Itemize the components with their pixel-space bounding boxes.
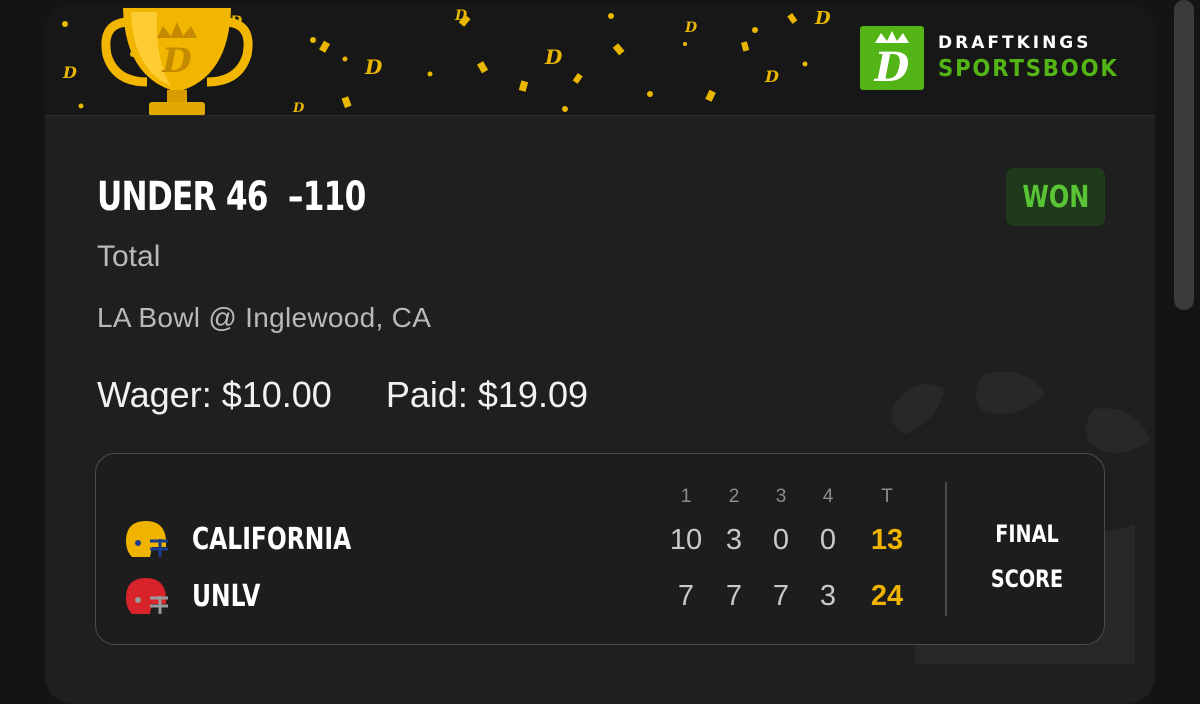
svg-text:D: D: [454, 8, 468, 24]
wager-summary: Wager: $10.00 Paid: $19.09: [97, 374, 588, 416]
brand-name: DRAFTKINGS: [938, 33, 1092, 53]
game-status-line1: FINAL: [995, 520, 1059, 548]
svg-text:D: D: [544, 45, 563, 69]
wager-amount: Wager: $10.00: [97, 374, 332, 415]
trophy-icon: D: [101, 8, 253, 115]
svg-text:D: D: [62, 63, 77, 82]
celebration-banner: D D D D D D D D D D D DRAFTKINGS SPORTSB…: [45, 4, 1155, 116]
period-header: 4: [822, 486, 834, 507]
event-location: LA Bowl @ Inglewood, CA: [97, 302, 432, 333]
period-score: 7: [725, 580, 743, 612]
draftkings-sportsbook-logo[interactable]: D DRAFTKINGS SPORTSBOOK: [860, 26, 1134, 90]
period-score: 7: [677, 580, 695, 612]
team-row-unlv: UNLV: [122, 571, 280, 621]
period-score: 0: [819, 524, 837, 556]
scrollbar[interactable]: [1174, 0, 1194, 310]
bet-selection-title: UNDER 46 –110: [97, 174, 366, 220]
period-score: 3: [725, 524, 743, 556]
period-score: 7: [772, 580, 790, 612]
bet-card: D D D D D D D D D D D DRAFTKINGS SPORTSB…: [45, 4, 1155, 704]
scoreboard[interactable]: 1 2 3 4 T CALIFORNIA UNLV 10 3 0 0 13 7: [95, 453, 1105, 645]
svg-text:D: D: [292, 101, 305, 115]
team-name: UNLV: [192, 578, 261, 614]
brand-product: SPORTSBOOK: [938, 56, 1119, 82]
svg-text:D: D: [874, 44, 910, 85]
period-header: 1: [680, 486, 692, 507]
scoreboard-divider: [945, 482, 947, 616]
red-helmet-icon: [126, 578, 168, 614]
team-row-california: CALIFORNIA: [122, 514, 396, 564]
svg-text:D: D: [684, 20, 698, 36]
svg-text:D: D: [814, 8, 831, 29]
period-score: 0: [772, 524, 790, 556]
period-header: 3: [775, 486, 787, 507]
bet-result-badge: WON: [1006, 168, 1105, 226]
team-name: CALIFORNIA: [192, 521, 352, 557]
game-status-line2: SCORE: [990, 565, 1064, 593]
svg-text:D: D: [364, 55, 383, 79]
period-header: 2: [728, 486, 740, 507]
total-score: 13: [870, 524, 904, 556]
paid-amount: Paid: $19.09: [385, 374, 588, 415]
period-header-total: T: [881, 486, 893, 507]
game-status: FINAL SCORE: [975, 512, 1079, 602]
period-score: 10: [669, 524, 703, 556]
dk-crown-logo-icon: D: [860, 26, 924, 90]
bet-market-type: Total: [97, 240, 161, 273]
gold-helmet-icon: [126, 521, 168, 557]
total-score: 24: [870, 580, 904, 612]
period-score: 3: [819, 580, 837, 612]
svg-text:D: D: [161, 41, 192, 81]
svg-text:D: D: [764, 67, 779, 86]
bet-result-label: WON: [1022, 179, 1089, 215]
